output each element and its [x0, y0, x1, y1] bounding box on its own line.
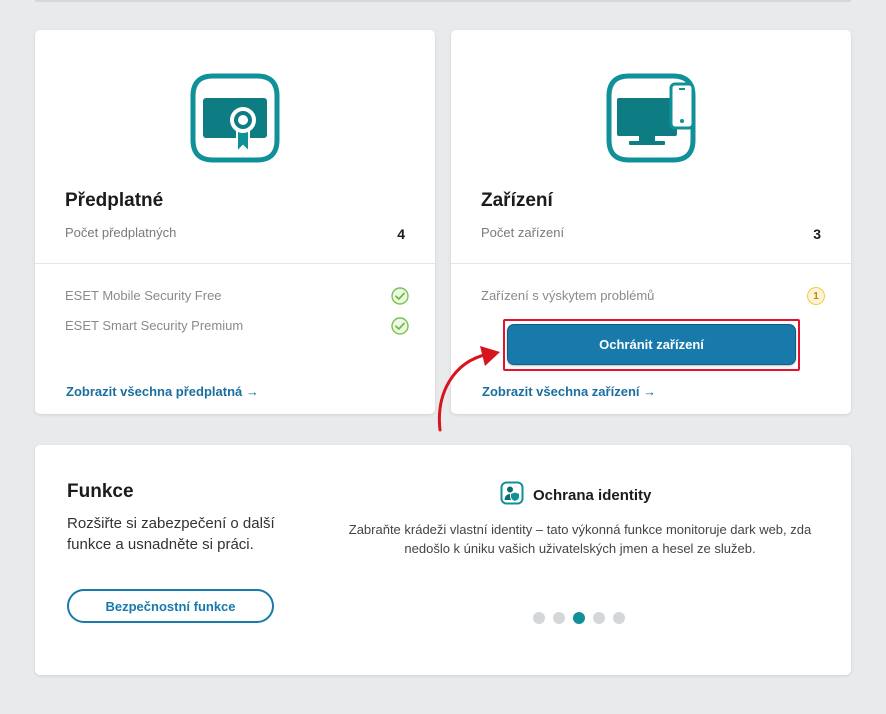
view-all-subscriptions-link[interactable]: Zobrazit všechna předplatná →: [66, 384, 259, 399]
top-strip: [35, 0, 851, 2]
slide-title: Ochrana identity: [533, 487, 652, 504]
check-circle-icon: [391, 287, 409, 305]
slide-header: Ochrana identity: [500, 481, 651, 510]
divider: [451, 263, 851, 264]
carousel-dots: [533, 612, 633, 624]
features-card: Funkce Rozšiřte si zabezpečení o další f…: [35, 445, 851, 675]
features-description: Rozšiřte si zabezpečení o další funkce a…: [67, 515, 275, 553]
protect-device-button[interactable]: Ochránit zařízení: [507, 324, 796, 365]
devices-problem-label: Zařízení s výskytem problémů: [481, 288, 655, 303]
devices-title: Zařízení: [481, 190, 553, 211]
security-features-button[interactable]: Bezpečnostní funkce: [67, 589, 274, 623]
problem-count-badge: 1: [807, 287, 825, 305]
certificate-icon: [185, 68, 285, 168]
subscription-card: Předplatné Počet předplatných 4 ESET Mob…: [35, 30, 435, 414]
carousel-dot[interactable]: [593, 612, 605, 624]
check-circle-icon: [391, 317, 409, 335]
divider: [35, 263, 435, 264]
carousel-dot[interactable]: [533, 612, 545, 624]
subscription-count-value: 4: [397, 226, 405, 242]
subscription-item-smart-security: ESET Smart Security Premium: [65, 318, 244, 333]
monitor-phone-icon: [601, 68, 701, 168]
features-title: Funkce: [67, 481, 134, 502]
carousel-dot-active[interactable]: [573, 612, 585, 624]
subscription-item-mobile-security: ESET Mobile Security Free: [65, 288, 222, 303]
devices-count-value: 3: [813, 226, 821, 242]
subscription-count-label: Počet předplatných: [65, 225, 177, 240]
carousel-dot[interactable]: [613, 612, 625, 624]
view-all-devices-link[interactable]: Zobrazit všechna zařízení →: [482, 384, 656, 399]
subscription-title: Předplatné: [65, 190, 164, 211]
carousel-dot[interactable]: [553, 612, 565, 624]
slide-description: Zabraňte krádeži vlastní identity – tato…: [348, 522, 812, 556]
devices-count-label: Počet zařízení: [481, 225, 565, 240]
identity-icon: [500, 481, 524, 510]
